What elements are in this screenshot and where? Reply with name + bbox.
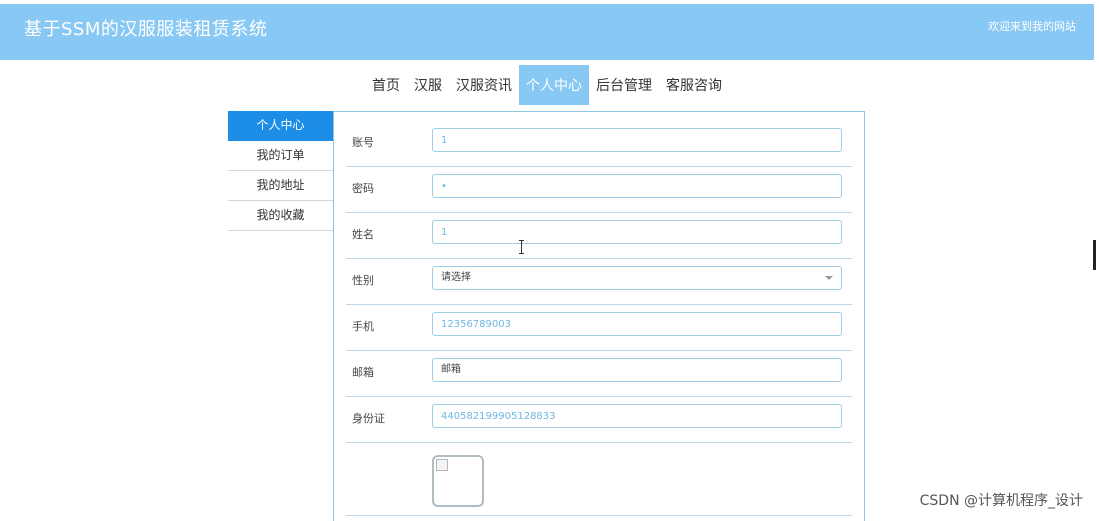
divider — [346, 515, 852, 516]
profile-form: 账号 密码 姓名 性别 请选择 手机 邮箱 邮箱 — [333, 111, 865, 521]
watermark: CSDN @计算机程序_设计 — [919, 493, 1083, 509]
sidebar-item-addresses[interactable]: 我的地址 — [228, 171, 333, 201]
text-cursor-icon — [519, 240, 525, 254]
sidebar: 个人中心 我的订单 我的地址 我的收藏 — [228, 111, 333, 231]
phone-label: 手机 — [352, 320, 374, 333]
form-row-account: 账号 — [346, 120, 852, 167]
scrollbar-marker — [1093, 240, 1096, 270]
site-header: 基于SSM的汉服服装租赁系统 欢迎来到我的网站 — [0, 4, 1094, 60]
form-row-gender: 性别 请选择 — [346, 258, 852, 305]
id-card-input[interactable] — [432, 404, 842, 428]
email-input[interactable]: 邮箱 — [432, 358, 842, 382]
name-input[interactable] — [432, 220, 842, 244]
nav-item-home[interactable]: 首页 — [365, 65, 407, 105]
id-card-label: 身份证 — [352, 412, 385, 425]
name-label: 姓名 — [352, 228, 374, 241]
gender-select-placeholder: 请选择 — [441, 272, 471, 283]
avatar-upload[interactable] — [432, 455, 484, 507]
gender-label: 性别 — [352, 274, 374, 287]
form-row-name: 姓名 — [346, 212, 852, 259]
nav-item-personal-center[interactable]: 个人中心 — [519, 65, 589, 105]
chevron-down-icon — [825, 276, 833, 280]
account-input[interactable] — [432, 128, 842, 152]
email-label: 邮箱 — [352, 366, 374, 379]
email-input-placeholder: 邮箱 — [441, 364, 461, 375]
broken-image-icon — [436, 459, 448, 471]
form-row-password: 密码 — [346, 166, 852, 213]
nav-item-hanfu[interactable]: 汉服 — [407, 65, 449, 105]
password-input[interactable] — [432, 174, 842, 198]
nav-item-news[interactable]: 汉服资讯 — [449, 65, 519, 105]
sidebar-item-personal-center[interactable]: 个人中心 — [228, 111, 333, 141]
phone-input[interactable] — [432, 312, 842, 336]
sidebar-item-orders[interactable]: 我的订单 — [228, 141, 333, 171]
nav-item-admin[interactable]: 后台管理 — [589, 65, 659, 105]
form-row-phone: 手机 — [346, 304, 852, 351]
form-row-email: 邮箱 邮箱 — [346, 350, 852, 397]
site-title: 基于SSM的汉服服装租赁系统 — [24, 19, 268, 40]
nav-item-customer-service[interactable]: 客服咨询 — [659, 65, 729, 105]
app-frame: 基于SSM的汉服服装租赁系统 欢迎来到我的网站 首页 汉服 汉服资讯 个人中心 … — [0, 0, 1099, 521]
gender-select[interactable]: 请选择 — [432, 266, 842, 290]
main-nav: 首页 汉服 汉服资讯 个人中心 后台管理 客服咨询 — [0, 65, 1094, 105]
form-row-id-card: 身份证 — [346, 396, 852, 443]
password-label: 密码 — [352, 182, 374, 195]
account-label: 账号 — [352, 136, 374, 149]
sidebar-item-favorites[interactable]: 我的收藏 — [228, 201, 333, 231]
welcome-text: 欢迎来到我的网站 — [988, 20, 1076, 33]
